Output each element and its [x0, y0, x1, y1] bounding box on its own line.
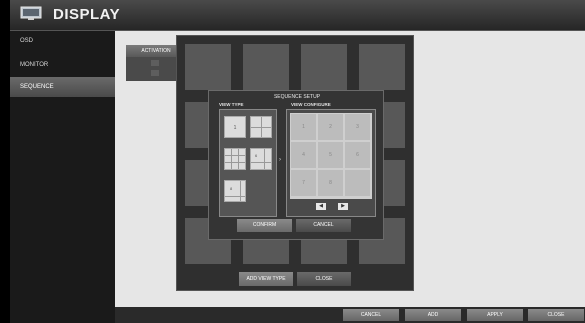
configure-cell[interactable]: 2 [318, 114, 343, 140]
view-type-list: 1 6 8 [219, 109, 277, 217]
arrow-icon: › [279, 157, 281, 163]
view-type-four[interactable] [250, 116, 272, 138]
close-button[interactable]: CLOSE [528, 309, 584, 321]
add-view-type-button[interactable]: ADD VIEW TYPE [239, 272, 293, 286]
configure-cell[interactable]: 8 [318, 170, 343, 196]
title-bar: DISPLAY [10, 0, 585, 31]
configure-cell[interactable]: 1 [291, 114, 316, 140]
configure-cell[interactable]: 7 [291, 170, 316, 196]
sidebar: OSD MONITOR SEQUENCE [10, 31, 115, 323]
sequence-view-cell[interactable] [243, 44, 289, 90]
activation-checkbox[interactable] [151, 60, 159, 66]
configure-cell[interactable]: 3 [345, 114, 370, 140]
configure-cell[interactable]: 4 [291, 142, 316, 168]
view-type-six[interactable]: 6 [250, 148, 272, 170]
apply-button[interactable]: APPLY [467, 309, 523, 321]
sequence-view-cell[interactable] [301, 44, 347, 90]
view-type-label: VIEW TYPE [219, 102, 244, 107]
panel-close-button[interactable]: CLOSE [297, 272, 351, 286]
configure-cell[interactable]: 6 [345, 142, 370, 168]
view-type-eight[interactable]: 8 [224, 180, 246, 202]
confirm-button[interactable]: CONFIRM [237, 219, 292, 232]
sidebar-item-sequence[interactable]: SEQUENCE [10, 77, 115, 97]
next-page-icon[interactable]: ▶ [338, 203, 348, 210]
view-configure-grid: 1 2 3 4 5 6 7 8 [290, 113, 372, 199]
add-button[interactable]: ADD [405, 309, 461, 321]
sidebar-item-monitor[interactable]: MONITOR [10, 55, 115, 75]
screen-frame: DISPLAY OSD MONITOR SEQUENCE ACTIVATION … [0, 0, 585, 323]
sequence-setup-dialog: SEQUENCE SETUP VIEW TYPE VIEW CONFIGURE … [208, 90, 384, 240]
monitor-icon [20, 6, 42, 20]
view-type-single[interactable]: 1 [224, 116, 246, 138]
prev-page-icon[interactable]: ◀ [316, 203, 326, 210]
window-title: DISPLAY [53, 6, 121, 23]
view-type-eight-label: 8 [230, 186, 233, 191]
view-type-nine[interactable] [224, 148, 246, 170]
configure-cell[interactable] [345, 170, 370, 196]
view-configure-label: VIEW CONFIGURE [291, 102, 331, 107]
cancel-button[interactable]: CANCEL [343, 309, 399, 321]
view-type-six-label: 6 [255, 153, 258, 158]
sidebar-item-osd[interactable]: OSD [10, 31, 115, 51]
bottom-bar: CANCEL ADD APPLY CLOSE [115, 307, 585, 323]
sequence-view-cell[interactable] [185, 44, 231, 90]
dialog-cancel-button[interactable]: CANCEL [296, 219, 351, 232]
sequence-view-cell[interactable] [359, 44, 405, 90]
view-configure-panel: 1 2 3 4 5 6 7 8 ◀ ▶ [286, 109, 376, 217]
configure-cell[interactable]: 5 [318, 142, 343, 168]
activation-checkbox[interactable] [151, 70, 159, 76]
